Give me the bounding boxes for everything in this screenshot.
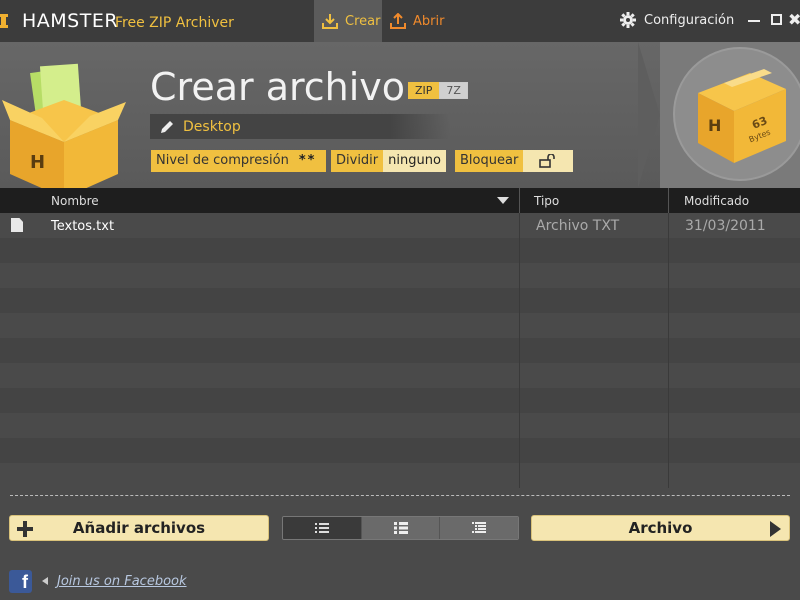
table-row-empty xyxy=(0,463,800,488)
size-box-icon: H 63 Bytes xyxy=(698,69,786,163)
table-row-empty xyxy=(0,238,800,263)
table-row-empty xyxy=(0,438,800,463)
app-logo-icon xyxy=(0,14,8,28)
compression-label: Nivel de compresión xyxy=(151,150,294,172)
column-separator xyxy=(668,213,669,488)
column-header-name[interactable]: Nombre xyxy=(51,194,99,208)
column-divider[interactable] xyxy=(668,188,669,213)
table-row-empty xyxy=(0,338,800,363)
sort-descending-icon[interactable] xyxy=(497,197,509,204)
page-title: Crear archivo xyxy=(150,65,406,109)
format-7z[interactable]: 7Z xyxy=(439,82,468,99)
create-archive-button[interactable]: Archivo xyxy=(531,515,790,541)
column-divider[interactable] xyxy=(519,188,520,213)
settings-button[interactable]: Configuración xyxy=(620,12,734,28)
facebook-icon[interactable]: f xyxy=(9,570,32,593)
file-icon xyxy=(11,218,23,232)
arrow-left-icon xyxy=(42,577,48,585)
file-name: Textos.txt xyxy=(51,219,115,234)
file-type: Archivo TXT xyxy=(536,218,620,234)
column-header-type[interactable]: Tipo xyxy=(534,194,559,208)
file-modified: 31/03/2011 xyxy=(685,218,766,234)
column-separator xyxy=(519,213,520,488)
title-bar: HAMSTER Free ZIP Archiver Crear Abrir Co… xyxy=(0,0,800,42)
file-list: Textos.txt Archivo TXT 31/03/2011 xyxy=(0,213,800,488)
file-table-header: Nombre Tipo Modificado xyxy=(0,188,800,213)
play-arrow-icon xyxy=(770,521,781,537)
app-subtitle: Free ZIP Archiver xyxy=(115,15,234,31)
unlocked-padlock-icon xyxy=(539,154,556,168)
facebook-link[interactable]: Join us on Facebook xyxy=(57,574,187,589)
split-value: ninguno xyxy=(383,150,446,172)
table-row-empty xyxy=(0,313,800,338)
list-view-icon xyxy=(314,523,329,533)
tab-crear-label: Crear xyxy=(345,13,381,29)
table-row[interactable]: Textos.txt Archivo TXT 31/03/2011 xyxy=(0,213,800,238)
pencil-icon xyxy=(161,120,173,133)
details-view-icon xyxy=(393,522,408,534)
app-brand: HAMSTER xyxy=(22,10,119,32)
archive-box-icon: H xyxy=(2,63,126,188)
split-option[interactable]: Dividir ninguno xyxy=(331,150,446,172)
destination-path[interactable]: Desktop xyxy=(150,114,450,139)
format-selector: ZIP 7Z xyxy=(408,82,468,99)
lock-label: Bloquear xyxy=(455,150,524,172)
table-row-empty xyxy=(0,288,800,313)
add-files-button[interactable]: Añadir archivos xyxy=(9,515,269,541)
tab-abrir-label: Abrir xyxy=(413,13,445,29)
svg-text:H: H xyxy=(30,152,45,173)
maximize-button[interactable] xyxy=(771,14,782,25)
destination-path-text: Desktop xyxy=(183,118,241,135)
table-row-empty xyxy=(0,263,800,288)
add-files-label: Añadir archivos xyxy=(72,519,206,537)
compression-value: ** xyxy=(293,150,326,172)
table-row-empty xyxy=(0,413,800,438)
archive-header: H Crear archivo ZIP 7Z Desktop Nivel de … xyxy=(0,42,800,188)
view-mode-selector xyxy=(282,516,519,540)
download-icon xyxy=(322,14,338,29)
tab-abrir[interactable]: Abrir xyxy=(382,0,452,42)
format-zip[interactable]: ZIP xyxy=(408,82,440,99)
lock-option[interactable]: Bloquear xyxy=(455,150,574,172)
minimize-button[interactable] xyxy=(748,20,760,22)
table-row-empty xyxy=(0,363,800,388)
plus-icon xyxy=(17,521,33,537)
column-header-modified[interactable]: Modificado xyxy=(684,194,749,208)
svg-text:H: H xyxy=(708,116,721,135)
compression-option[interactable]: Nivel de compresión ** xyxy=(151,150,326,172)
tree-view-icon xyxy=(472,522,487,533)
gear-icon xyxy=(620,12,636,28)
view-list-button[interactable] xyxy=(283,517,362,539)
lock-value xyxy=(523,150,574,172)
view-details-button[interactable] xyxy=(361,517,441,539)
split-label: Dividir xyxy=(331,150,384,172)
upload-icon xyxy=(390,13,406,29)
tab-crear[interactable]: Crear xyxy=(314,0,382,42)
table-row-empty xyxy=(0,388,800,413)
settings-label: Configuración xyxy=(644,12,735,28)
view-tree-button[interactable] xyxy=(440,517,518,539)
create-archive-label: Archivo xyxy=(628,519,693,537)
drop-zone-divider xyxy=(10,495,790,496)
close-button[interactable]: ✖ xyxy=(788,10,800,29)
